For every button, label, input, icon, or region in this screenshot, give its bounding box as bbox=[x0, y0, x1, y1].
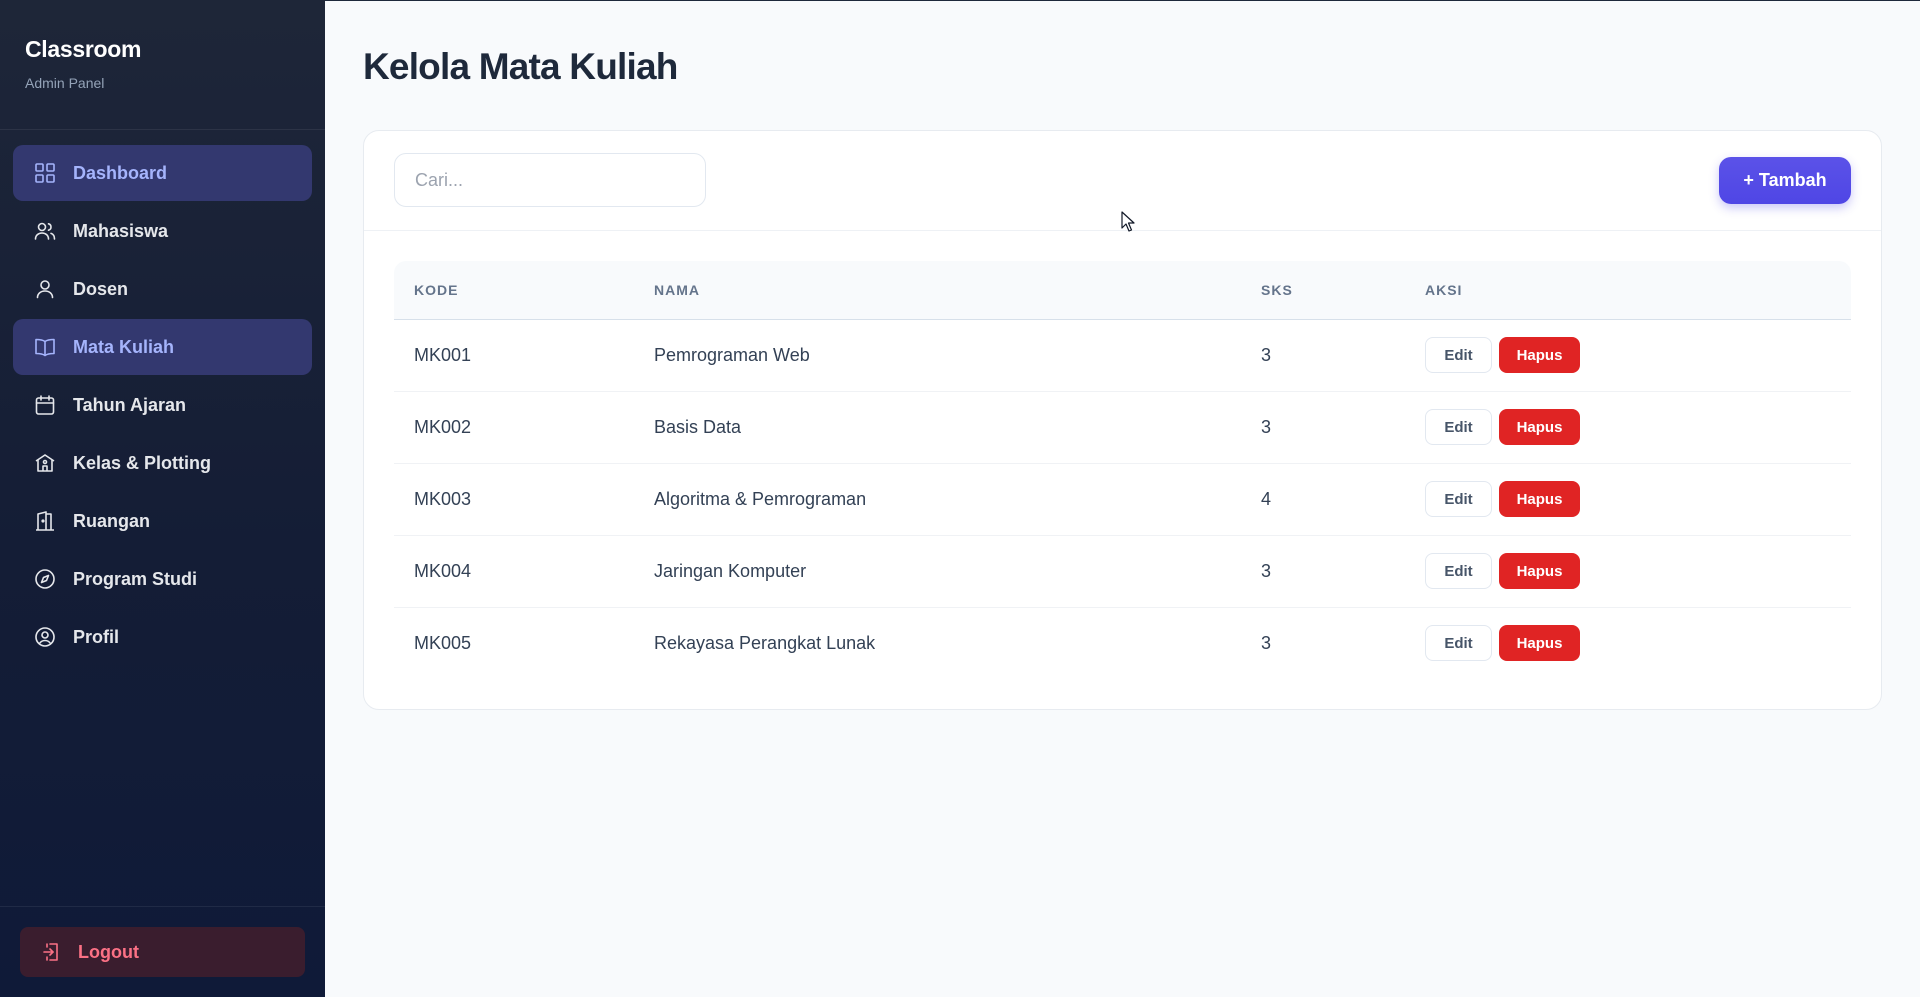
cell-nama: Algoritma & Pemrograman bbox=[634, 463, 1241, 536]
cell-nama: Pemrograman Web bbox=[634, 319, 1241, 392]
logout-label: Logout bbox=[78, 941, 139, 962]
cell-kode: MK002 bbox=[394, 391, 634, 464]
search-input[interactable] bbox=[394, 153, 706, 207]
grid-icon bbox=[33, 161, 57, 185]
cell-kode: MK005 bbox=[414, 632, 472, 653]
delete-button[interactable]: Hapus bbox=[1499, 553, 1581, 589]
cell-kode: MK003 bbox=[394, 463, 634, 536]
cell-aksi: Edit Hapus bbox=[1405, 535, 1851, 608]
sidebar-item-tahun-ajaran[interactable]: Tahun Ajaran bbox=[13, 377, 312, 433]
brand-title: Classroom bbox=[25, 36, 142, 62]
sidebar-item-profil[interactable]: Profil bbox=[13, 609, 312, 665]
sidebar-item-ruangan[interactable]: Ruangan bbox=[13, 493, 312, 549]
sidebar-nav: Dashboard Mahasiswa Dosen Mata Kuliah Ta… bbox=[0, 130, 325, 665]
sidebar-footer: Logout bbox=[0, 906, 325, 997]
cell-aksi: Edit Hapus bbox=[1405, 463, 1851, 536]
add-course-button[interactable]: + Tambah bbox=[1719, 157, 1851, 204]
cell-nama: Basis Data bbox=[634, 391, 1241, 464]
sidebar-item-label: Tahun Ajaran bbox=[73, 394, 187, 415]
cell-sks: 3 bbox=[1261, 632, 1272, 653]
table-row: MK004 Jaringan Komputer 3 Edit Hapus bbox=[394, 535, 1851, 608]
cell-nama: Jaringan Komputer bbox=[634, 535, 1241, 608]
sidebar-item-label: Ruangan bbox=[73, 510, 151, 531]
cell-sks: 3 bbox=[1241, 319, 1405, 392]
cell-sks: 3 bbox=[1241, 391, 1405, 464]
brand: Classroom Admin Panel bbox=[0, 0, 325, 130]
logout-button[interactable]: Logout bbox=[20, 927, 305, 977]
delete-button[interactable]: Hapus bbox=[1499, 625, 1581, 662]
page-title: Kelola Mata Kuliah bbox=[363, 46, 678, 87]
delete-button[interactable]: Hapus bbox=[1499, 337, 1581, 373]
edit-button[interactable]: Edit bbox=[1425, 625, 1492, 662]
cell-aksi: Edit Hapus bbox=[1405, 391, 1851, 464]
school-icon bbox=[33, 451, 57, 475]
sidebar-item-dosen[interactable]: Dosen bbox=[13, 261, 312, 317]
cell-aksi: Edit Hapus bbox=[1405, 319, 1851, 392]
course-table-wrapper: KODE NAMA SKS AKSI MK001 Pemrograman Web… bbox=[394, 261, 1851, 679]
column-header-kode: KODE bbox=[394, 261, 634, 320]
profile-circle-icon bbox=[33, 625, 57, 649]
table-header-row: KODE NAMA SKS AKSI bbox=[394, 261, 1851, 320]
table-row: MK002 Basis Data 3 Edit Hapus bbox=[394, 391, 1851, 464]
column-header-nama: NAMA bbox=[634, 261, 1241, 320]
sidebar-item-label: Kelas & Plotting bbox=[73, 452, 212, 473]
cell-sks: 4 bbox=[1241, 463, 1405, 536]
sidebar-item-label: Dashboard bbox=[73, 162, 168, 183]
sidebar: Classroom Admin Panel Dashboard Mahasisw… bbox=[0, 0, 325, 997]
sidebar-item-label: Mahasiswa bbox=[73, 220, 169, 241]
sidebar-item-dashboard[interactable]: Dashboard bbox=[13, 145, 312, 201]
calendar-icon bbox=[33, 393, 57, 417]
table-body: MK001 Pemrograman Web 3 Edit Hapus MK002… bbox=[394, 319, 1851, 679]
users-icon bbox=[33, 219, 57, 243]
book-icon bbox=[33, 335, 57, 359]
mouse-cursor-icon bbox=[1121, 211, 1135, 232]
cell-kode: MK001 bbox=[394, 319, 634, 392]
cell-sks: 3 bbox=[1241, 535, 1405, 608]
edit-button[interactable]: Edit bbox=[1425, 409, 1492, 445]
cell-nama: Rekayasa Perangkat Lunak bbox=[654, 632, 876, 653]
table-row: MK003 Algoritma & Pemrograman 4 Edit Hap… bbox=[394, 463, 1851, 536]
course-table: KODE NAMA SKS AKSI MK001 Pemrograman Web… bbox=[394, 261, 1851, 679]
column-header-aksi: AKSI bbox=[1405, 261, 1851, 320]
logout-icon bbox=[40, 940, 64, 964]
delete-button[interactable]: Hapus bbox=[1499, 409, 1581, 445]
compass-icon bbox=[33, 567, 57, 591]
delete-button[interactable]: Hapus bbox=[1499, 481, 1581, 517]
sidebar-item-label: Dosen bbox=[73, 278, 129, 299]
column-header-sks: SKS bbox=[1241, 261, 1405, 320]
cell-kode: MK004 bbox=[394, 535, 634, 608]
table-row: MK005 Rekayasa Perangkat Lunak 3 Edit Ha… bbox=[394, 607, 1851, 679]
edit-button[interactable]: Edit bbox=[1425, 553, 1492, 589]
user-icon bbox=[33, 277, 57, 301]
brand-subtitle: Admin Panel bbox=[25, 75, 105, 91]
edit-button[interactable]: Edit bbox=[1425, 337, 1492, 373]
sidebar-item-kelas-plotting[interactable]: Kelas & Plotting bbox=[13, 435, 312, 491]
sidebar-item-label: Mata Kuliah bbox=[73, 336, 175, 357]
sidebar-item-mahasiswa[interactable]: Mahasiswa bbox=[13, 203, 312, 259]
sidebar-item-mata-kuliah[interactable]: Mata Kuliah bbox=[13, 319, 312, 375]
table-row: MK001 Pemrograman Web 3 Edit Hapus bbox=[394, 319, 1851, 392]
sidebar-item-label: Program Studi bbox=[73, 568, 198, 589]
edit-button[interactable]: Edit bbox=[1425, 481, 1492, 517]
cell-aksi: Edit Hapus bbox=[1405, 607, 1851, 679]
sidebar-item-label: Profil bbox=[73, 626, 120, 647]
door-icon bbox=[33, 509, 57, 533]
sidebar-item-program-studi[interactable]: Program Studi bbox=[13, 551, 312, 607]
table-header: KODE NAMA SKS AKSI bbox=[394, 261, 1851, 320]
